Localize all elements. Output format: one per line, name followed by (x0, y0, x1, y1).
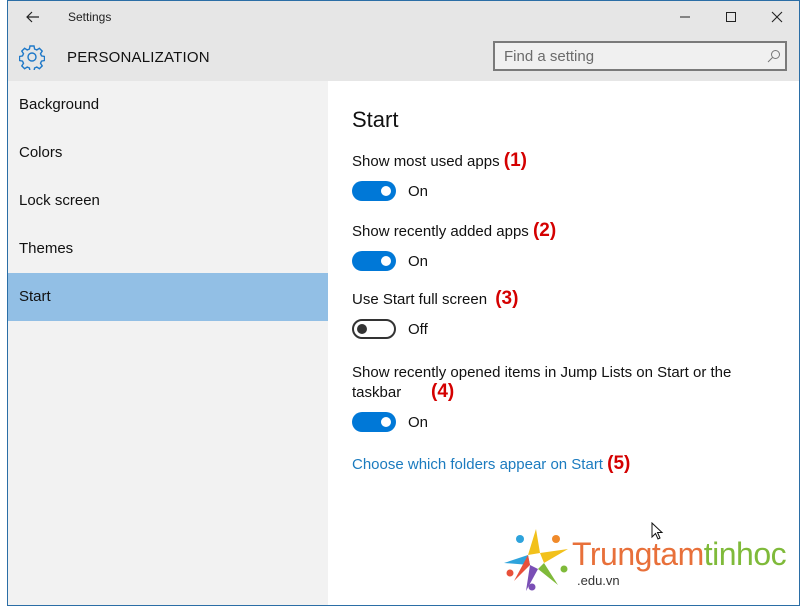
sidebar-item-start[interactable]: Start (8, 273, 328, 321)
link-label[interactable]: Choose which folders appear on Start (352, 456, 603, 473)
annotation-marker: (2) (532, 220, 557, 241)
setting-label: Use Start full screen (352, 291, 488, 308)
toggle-state: Off (408, 320, 428, 338)
setting-use-start-full-screen: Use Start full screen (3) Off (352, 289, 518, 339)
logo-text: Trungtamtinhoc (572, 536, 787, 572)
back-button[interactable] (18, 5, 48, 29)
setting-label: Show recently added apps (352, 223, 529, 240)
toggle-switch[interactable] (352, 319, 396, 339)
toggle-knob (357, 324, 367, 334)
search-box[interactable] (493, 41, 787, 71)
choose-folders-link[interactable]: Choose which folders appear on Start (5) (352, 453, 630, 475)
sidebar-item-themes[interactable]: Themes (8, 225, 328, 273)
annotation-marker: (4) (431, 381, 455, 402)
maximize-icon (726, 12, 736, 22)
minimize-button[interactable] (662, 1, 708, 33)
toggle-switch[interactable] (352, 181, 396, 201)
back-arrow-icon (26, 11, 39, 23)
gear-icon (19, 45, 45, 70)
setting-label: Show recently opened items in Jump Lists… (352, 364, 732, 401)
annotation-marker: (5) (607, 453, 631, 474)
maximize-button[interactable] (708, 1, 754, 33)
toggle-state: On (408, 413, 429, 431)
search-icon[interactable] (763, 45, 785, 67)
toggle-switch[interactable] (352, 251, 396, 271)
annotation-marker: (1) (503, 150, 527, 171)
sidebar-item-colors[interactable]: Colors (8, 129, 328, 177)
star-logo-icon (504, 529, 568, 591)
close-button[interactable] (754, 1, 800, 33)
toggle-knob (381, 256, 391, 266)
toggle-state: On (408, 252, 429, 270)
watermark-logo: Trungtamtinhoc .edu.vn (500, 525, 787, 595)
sidebar-item-background[interactable]: Background (8, 81, 328, 129)
sidebar-nav: Background Colors Lock screen Themes Sta… (8, 81, 328, 605)
toggle-state: On (408, 182, 429, 200)
setting-show-jump-list-items: Show recently opened items in Jump Lists… (352, 363, 742, 432)
settings-window: Settings PERSONALIZATION Background Colo… (7, 0, 800, 606)
search-input[interactable] (495, 47, 763, 65)
section-title: PERSONALIZATION (67, 49, 210, 66)
sidebar-item-lock-screen[interactable]: Lock screen (8, 177, 328, 225)
mouse-cursor-icon (651, 522, 664, 540)
logo-subtext: .edu.vn (577, 573, 620, 588)
toggle-knob (381, 417, 391, 427)
title-bar: Settings (8, 1, 799, 33)
setting-show-recently-added-apps: Show recently added apps (2) On (352, 221, 556, 271)
close-icon (771, 11, 783, 23)
app-title: Settings (68, 10, 112, 24)
minimize-icon (680, 16, 690, 18)
setting-label: Show most used apps (352, 153, 500, 170)
annotation-marker: (3) (495, 288, 519, 309)
setting-show-most-used-apps: Show most used apps (1) On (352, 151, 527, 201)
toggle-switch[interactable] (352, 412, 396, 432)
page-header: PERSONALIZATION (8, 33, 799, 81)
page-title: Start (352, 107, 399, 132)
toggle-knob (381, 186, 391, 196)
